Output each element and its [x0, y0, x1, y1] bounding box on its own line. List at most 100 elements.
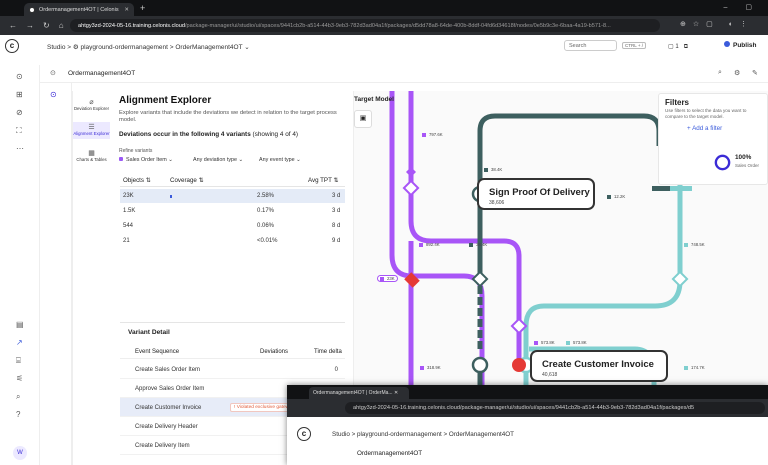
- menu-charts-tables[interactable]: ▦ Charts & Tables: [73, 150, 110, 162]
- filters-description: Use filters to select the data you want …: [665, 108, 747, 119]
- header-actions: ▢ 1 ⧉: [668, 43, 688, 51]
- event-sequence-header: Event Sequence Deviations Time delta: [120, 345, 345, 359]
- tpt-cell: 3 d: [332, 193, 341, 199]
- tpt-cell: 8 d: [332, 223, 341, 229]
- edge-label: 38.4K: [484, 167, 502, 172]
- menu-deviation-explorer[interactable]: ⌀ Deviation Explorer: [73, 99, 110, 111]
- breadcrumb-studio[interactable]: Studio: [47, 44, 65, 51]
- module-menu: ⌀ Deviation Explorer ☰ Alignment Explorer …: [72, 91, 110, 465]
- reload-icon[interactable]: ↻: [43, 21, 50, 30]
- deviation-node-icon: [512, 358, 526, 372]
- search-icon[interactable]: ⌕: [16, 392, 20, 402]
- breadcrumb: Studio > ⚙ playground-ordermanagement > …: [47, 44, 250, 51]
- col-coverage[interactable]: Coverage ⇅: [170, 177, 204, 184]
- col-objects[interactable]: Objects ⇅: [123, 177, 151, 184]
- close-tab-icon[interactable]: ✕: [124, 7, 129, 13]
- chevron-down-icon[interactable]: ⌄: [244, 44, 249, 51]
- split-bar-icon: [670, 186, 692, 191]
- edit-icon[interactable]: ↗: [16, 338, 23, 347]
- url-bar[interactable]: ahtgy3zd-2024-05-16.training.celonis.clo…: [70, 19, 660, 32]
- url-bar[interactable]: ahtgy3zd-2024-05-16.training.celonis.clo…: [345, 402, 765, 414]
- copy-icon[interactable]: ⧉: [684, 44, 688, 50]
- filter-label: Any deviation type: [193, 157, 238, 163]
- objects-cell: 21: [123, 238, 130, 244]
- grid-icon[interactable]: ⊞: [16, 90, 23, 99]
- edge-count: 892.4K: [426, 242, 440, 247]
- address-bar-row: ahtgy3zd-2024-05-16.training.celonis.clo…: [287, 399, 768, 417]
- table-row[interactable]: 21 <0.01% 9 d: [120, 234, 345, 248]
- edge-count: 174.7K: [691, 365, 705, 370]
- help-icon[interactable]: ?: [16, 410, 20, 419]
- edge-label: 892.4K: [419, 242, 440, 247]
- view-icon[interactable]: ⊙: [50, 69, 56, 77]
- table-row[interactable]: 1.5K 0.17% 3 d: [120, 204, 345, 218]
- col-time-delta: Time delta: [314, 349, 342, 355]
- edge-label: 797.6K: [422, 132, 443, 137]
- celonis-logo[interactable]: c: [5, 39, 19, 53]
- window-controls[interactable]: – ▢: [724, 3, 760, 11]
- gateway-icon: [406, 167, 416, 177]
- search-input[interactable]: Search: [564, 40, 617, 51]
- browser-tab[interactable]: Ordermanagement4OT | Celonis ✕: [24, 3, 134, 16]
- breadcrumb-asset[interactable]: OrderManagement4OT: [175, 44, 242, 51]
- coverage-object: Sales Order: [735, 163, 760, 168]
- back-icon[interactable]: ←: [9, 21, 17, 30]
- forward-icon[interactable]: →: [26, 21, 34, 30]
- fit-view-button[interactable]: ▣: [354, 110, 372, 128]
- expand-icon[interactable]: ⛶: [16, 126, 22, 136]
- search-view-icon[interactable]: ⌕: [718, 69, 722, 77]
- browser-tab[interactable]: Ordermanagement4OT | OrderMa... ✕: [309, 387, 409, 399]
- filter-deviation-dropdown[interactable]: Any deviation type ⌄: [193, 157, 243, 163]
- home-icon[interactable]: ⌂: [59, 21, 64, 30]
- coverage-cell: <0.01%: [257, 238, 278, 244]
- target-model-title: Target Model: [354, 96, 394, 103]
- panel-count: 1: [675, 44, 679, 50]
- warning-icon: !: [234, 405, 236, 410]
- table-icon[interactable]: ▤: [16, 320, 24, 329]
- panel-icon[interactable]: ▢: [668, 44, 674, 50]
- browser-tabstrip: Ordermanagement4OT | Celonis ✕ + – ▢: [0, 0, 768, 16]
- table-row[interactable]: 544 0.06% 8 d: [120, 219, 345, 233]
- pencil-icon[interactable]: ✎: [752, 69, 758, 77]
- event-row[interactable]: Create Sales Order Item 0: [120, 360, 345, 379]
- settings-sliders-icon[interactable]: ⚟: [16, 374, 23, 383]
- coverage-donut: [714, 154, 731, 171]
- breadcrumb-package[interactable]: playground-ordermanagement: [81, 44, 168, 51]
- settings-icon[interactable]: ⚙: [734, 69, 740, 77]
- col-label: Coverage: [170, 177, 197, 184]
- filters-title: Filters: [665, 98, 690, 107]
- gift-icon[interactable]: ⌸: [16, 356, 21, 366]
- variant-icon[interactable]: ⊙: [50, 90, 57, 99]
- browser-toolbar-icons[interactable]: ⊕☆▢ ◐⋮: [680, 20, 754, 28]
- showing-count: (showing 4 of 4): [252, 131, 298, 138]
- menu-label: Deviation Explorer: [73, 106, 110, 111]
- menu-alignment-explorer[interactable]: ☰ Alignment Explorer: [73, 122, 110, 139]
- edge-count: 38.4K: [476, 242, 488, 247]
- publish-button[interactable]: Publish: [724, 41, 756, 49]
- tab-title: Ordermanagement4OT | OrderMa...: [313, 390, 393, 396]
- second-browser-window[interactable]: Ordermanagement4OT | OrderMa... ✕ ahtgy3…: [287, 385, 768, 465]
- celonis-logo[interactable]: c: [297, 427, 311, 441]
- add-filter-button[interactable]: + Add a filter: [687, 125, 722, 132]
- breadcrumb: Studio > playground-ordermanagement > Or…: [332, 431, 515, 438]
- filter-object-dropdown[interactable]: Sales Order Item ⌄: [119, 157, 173, 163]
- coverage-cell: 0.17%: [257, 208, 275, 214]
- target-icon[interactable]: ⊙: [16, 72, 23, 81]
- avatar[interactable]: W: [13, 446, 27, 460]
- table-row[interactable]: 23K 2.58% 3 d: [120, 189, 345, 203]
- filter-event-dropdown[interactable]: Any event type ⌄: [259, 157, 301, 163]
- edge-count: 573.8K: [573, 340, 587, 345]
- more-icon[interactable]: ⋯: [16, 144, 24, 153]
- new-tab-icon[interactable]: +: [140, 3, 145, 13]
- edge-count: 797.6K: [429, 132, 443, 137]
- activity-name: Sign Proof Of Delivery: [489, 187, 590, 198]
- gateway-icon: [471, 270, 489, 288]
- compass-icon[interactable]: ⊘: [16, 108, 23, 117]
- col-deviations: Deviations: [260, 349, 289, 355]
- activity-create-customer-invoice[interactable]: Create Customer Invoice 40,618: [530, 350, 668, 382]
- activity-sign-proof-of-delivery[interactable]: Sign Proof Of Delivery 38,606: [477, 178, 595, 210]
- edge-label: 174.7K: [684, 365, 705, 370]
- panel-title: Alignment Explorer: [119, 95, 212, 106]
- col-avg-tpt[interactable]: Avg TPT ⇅: [308, 177, 339, 184]
- col-label: Avg TPT: [308, 177, 332, 184]
